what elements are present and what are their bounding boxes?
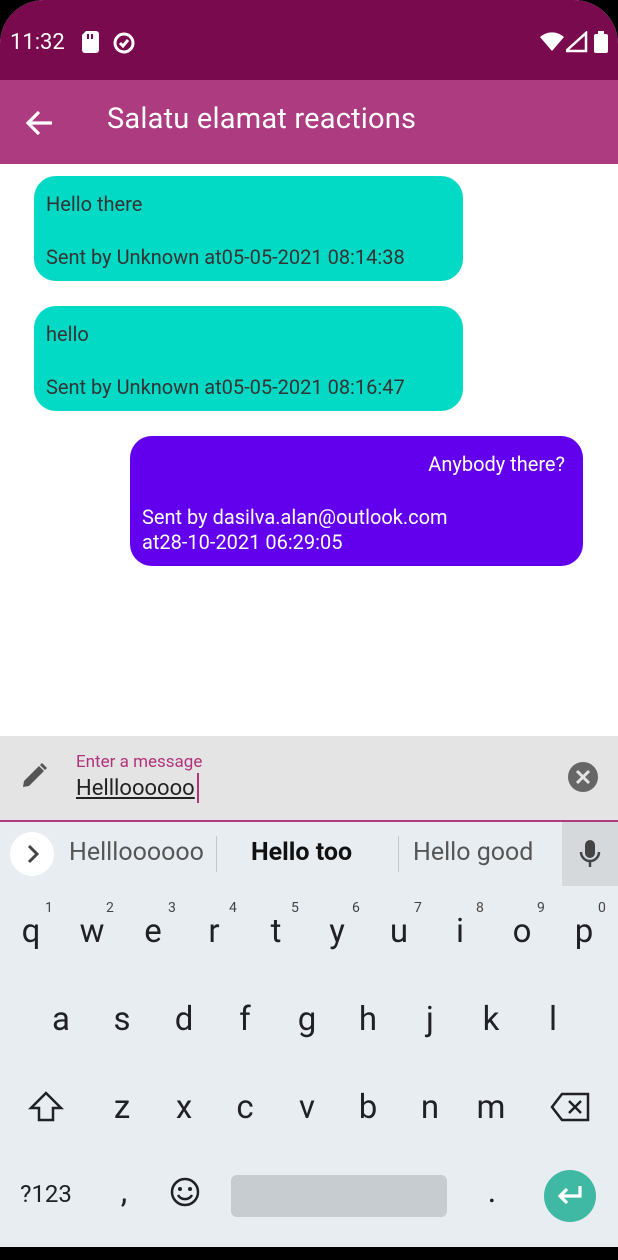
key-hint-4: 4 [229, 900, 237, 916]
message-compose-field[interactable]: Enter a message Hellloooooo [0, 736, 618, 822]
page-title: Salatu elamat reactions [107, 102, 417, 136]
status-bar: 11:32 [0, 0, 618, 80]
suggestion-divider [216, 836, 217, 872]
key-z[interactable]: z [98, 1088, 146, 1127]
compose-label: Enter a message [76, 752, 203, 772]
key-comma[interactable]: , [100, 1172, 148, 1211]
signal-icon [562, 30, 588, 57]
message-text: Hello there [46, 192, 143, 216]
symbols-key[interactable]: ?123 [10, 1180, 82, 1208]
key-o[interactable]: o [498, 912, 546, 951]
key-e[interactable]: e [129, 912, 177, 951]
key-a[interactable]: a [37, 1000, 85, 1039]
key-v[interactable]: v [283, 1088, 331, 1127]
key-c[interactable]: c [221, 1088, 269, 1127]
key-q[interactable]: q [7, 912, 55, 951]
key-hint-1: 1 [45, 900, 53, 916]
key-hint-3: 3 [168, 900, 176, 916]
suggestion-bar: Hellloooooo Hello too Hello good [0, 822, 618, 886]
key-b[interactable]: b [344, 1088, 392, 1127]
wifi-icon [540, 31, 564, 57]
key-g[interactable]: g [283, 1000, 331, 1039]
key-j[interactable]: j [406, 1000, 454, 1039]
message-input[interactable]: Hellloooooo [76, 776, 195, 801]
sd-card-icon [82, 31, 100, 57]
message-meta: Sent by dasilva.alan@outlook.com at28-10… [142, 505, 448, 555]
message-meta-line1: Sent by dasilva.alan@outlook.com [142, 505, 448, 529]
message-text: hello [46, 322, 89, 346]
shift-key[interactable] [22, 1090, 70, 1133]
key-m[interactable]: m [467, 1088, 515, 1127]
key-p[interactable]: p [560, 912, 608, 951]
key-hint-2: 2 [106, 900, 114, 916]
key-hint-0: 0 [598, 900, 606, 916]
key-hint-9: 9 [537, 900, 545, 916]
key-period[interactable]: . [468, 1172, 516, 1211]
back-arrow-icon[interactable] [24, 108, 54, 138]
message-text: Anybody there? [428, 452, 565, 476]
screen: 11:32 Salatu elamat reactions Hello ther… [0, 0, 618, 1247]
key-d[interactable]: d [160, 1000, 208, 1039]
key-s[interactable]: s [98, 1000, 146, 1039]
status-time: 11:32 [10, 30, 65, 55]
incoming-message[interactable]: hello Sent by Unknown at05-05-2021 08:16… [34, 306, 463, 411]
key-hint-6: 6 [352, 900, 360, 916]
key-hint-7: 7 [414, 900, 422, 916]
data-saver-icon [112, 31, 136, 59]
spacebar[interactable] [231, 1175, 447, 1217]
key-k[interactable]: k [467, 1000, 515, 1039]
key-l[interactable]: l [529, 1000, 577, 1039]
chevron-right-icon[interactable] [10, 832, 54, 876]
key-h[interactable]: h [344, 1000, 392, 1039]
key-w[interactable]: w [68, 912, 116, 951]
suggestion-center[interactable]: Hello too [251, 838, 352, 867]
enter-key[interactable] [544, 1170, 596, 1222]
key-t[interactable]: t [252, 912, 300, 951]
app-bar: Salatu elamat reactions [0, 80, 618, 164]
key-r[interactable]: r [190, 912, 238, 951]
message-meta: Sent by Unknown at05-05-2021 08:16:47 [46, 375, 405, 399]
backspace-key[interactable] [546, 1092, 594, 1131]
incoming-message[interactable]: Hello there Sent by Unknown at05-05-2021… [34, 176, 463, 281]
message-list[interactable]: Hello there Sent by Unknown at05-05-2021… [0, 164, 618, 736]
key-y[interactable]: y [313, 912, 361, 951]
mic-button[interactable] [562, 822, 618, 886]
key-f[interactable]: f [221, 1000, 269, 1039]
keyboard: Hellloooooo Hello too Hello good q w e r… [0, 822, 618, 1247]
text-caret [197, 773, 199, 803]
clear-icon[interactable] [568, 762, 598, 796]
suggestion-left[interactable]: Hellloooooo [69, 838, 204, 867]
battery-icon [594, 31, 608, 57]
key-hint-5: 5 [291, 900, 299, 916]
key-x[interactable]: x [160, 1088, 208, 1127]
key-n[interactable]: n [406, 1088, 454, 1127]
suggestion-divider [398, 836, 399, 872]
outgoing-message[interactable]: Anybody there? Sent by dasilva.alan@outl… [130, 436, 583, 566]
emoji-key[interactable] [161, 1176, 209, 1217]
message-meta-line2: at28-10-2021 06:29:05 [142, 530, 343, 554]
key-i[interactable]: i [436, 912, 484, 951]
key-hint-8: 8 [476, 900, 484, 916]
suggestion-right[interactable]: Hello good [413, 838, 533, 867]
key-u[interactable]: u [375, 912, 423, 951]
message-meta: Sent by Unknown at05-05-2021 08:14:38 [46, 245, 405, 269]
pencil-icon [20, 762, 48, 794]
